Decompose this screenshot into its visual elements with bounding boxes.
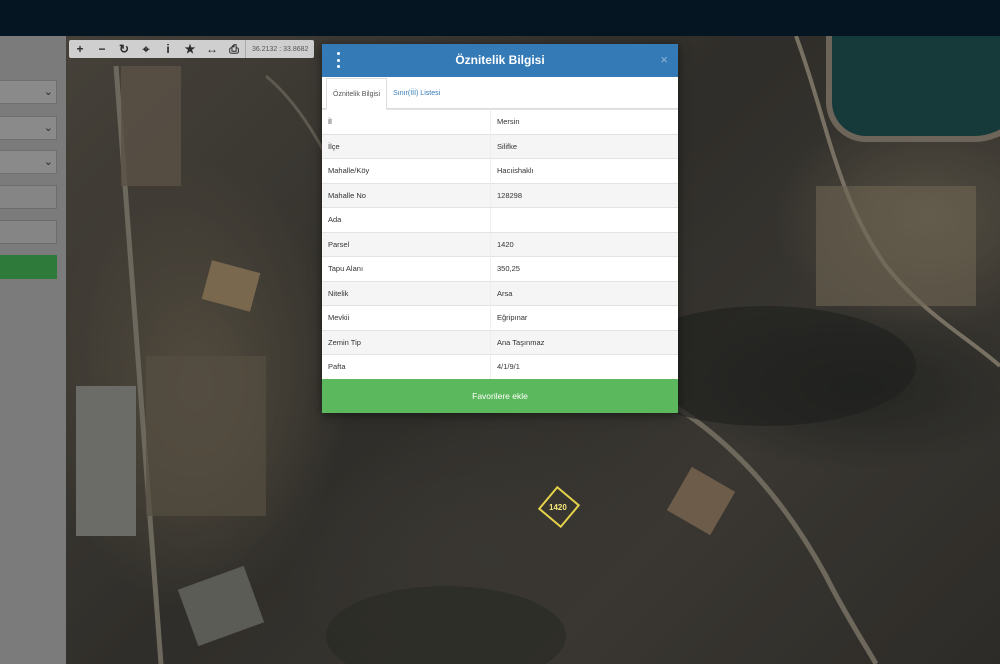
star-icon[interactable]: ★ [179,40,201,58]
coordinate-readout: 36.2132 : 33.8682 [245,40,314,58]
info-icon[interactable]: i [157,40,179,58]
close-icon[interactable]: × [660,52,668,67]
attribute-value: Ana Taşınmaz [490,329,678,355]
attribute-value: 128298 [490,182,678,208]
table-row: İlçe Silifke [322,133,678,159]
left-search-panel: ⌄ ⌄ ⌄ [0,36,66,664]
attribute-key: Pafta [322,354,491,379]
tab-boundary-list[interactable]: Sınır(İİİ) Listesi [387,78,446,108]
attribute-value: 350,25 [490,256,678,281]
table-row: Mevkii Eğripınar [322,305,678,330]
modal-title: Öznitelik Bilgisi [455,53,545,67]
province-select[interactable]: ⌄ [0,80,57,104]
table-row: Zemin Tip Ana Taşınmaz [322,329,678,355]
attribute-key: Zemin Tip [322,329,491,355]
attribute-value: 1420 [490,231,678,257]
tab-attribute-info[interactable]: Öznitelik Bilgisi [326,78,388,110]
attribute-key: İlçe [322,133,491,159]
print-icon[interactable]: ⎙ [223,40,245,58]
attribute-value: Mersin [490,109,678,134]
attribute-key: Mahalle/Köy [322,158,491,183]
parcel-label: 1420 [549,503,567,512]
table-row: İl Mersin [322,109,678,134]
add-to-favorites-button[interactable]: Favorilere ekle [322,379,678,413]
map-toolbar: + − ↻ ⌖ i ★ ↔ ⎙ 36.2132 : 33.8682 [69,40,315,58]
attribute-key: Parsel [322,231,491,257]
attribute-key: Mahalle No [322,182,491,208]
chevron-down-icon: ⌄ [43,122,53,134]
attribute-key: Mevkii [322,305,491,330]
table-row: Mahalle/Köy Hacıishaklı [322,158,678,183]
refresh-icon[interactable]: ↻ [113,40,135,58]
table-row: Nitelik Arsa [322,280,678,306]
attribute-key: Tapu Alanı [322,256,491,281]
table-row: Parsel 1420 [322,231,678,257]
table-row: Tapu Alanı 350,25 [322,256,678,281]
attribute-key: Ada [322,207,491,232]
attribute-value: 4/1/9/1 [490,354,678,379]
modal-tabs: Öznitelik Bilgisi Sınır(İİİ) Listesi [322,77,678,110]
parcel-input[interactable] [0,220,57,244]
attribute-key: Nitelik [322,280,491,306]
attribute-value: Arsa [490,280,678,306]
attribute-value: Eğripınar [490,305,678,330]
district-select[interactable]: ⌄ [0,116,57,140]
table-row: Pafta 4/1/9/1 [322,354,678,379]
ruler-icon[interactable]: ↔ [201,40,223,58]
table-row: Mahalle No 128298 [322,182,678,208]
crosshair-icon[interactable]: ⌖ [135,40,157,58]
chevron-down-icon: ⌄ [43,156,53,168]
block-input[interactable] [0,185,57,209]
top-navbar [0,0,1000,36]
attribute-value [490,207,678,232]
attribute-value: Silifke [490,133,678,159]
modal-header: Öznitelik Bilgisi × [322,44,678,77]
attribute-info-modal: Öznitelik Bilgisi × Öznitelik Bilgisi Sı… [322,44,678,413]
search-button[interactable] [0,255,57,279]
minus-icon[interactable]: − [91,40,113,58]
table-row: Ada [322,207,678,232]
attribute-table: İl Mersin İlçe Silifke Mahalle/Köy Hacıishakl… [322,109,678,379]
chevron-down-icon: ⌄ [43,86,53,98]
attribute-key: İl [322,109,491,134]
neighborhood-select[interactable]: ⌄ [0,150,57,174]
attribute-value: Hacıishaklı [490,158,678,183]
plus-icon[interactable]: + [69,40,91,58]
